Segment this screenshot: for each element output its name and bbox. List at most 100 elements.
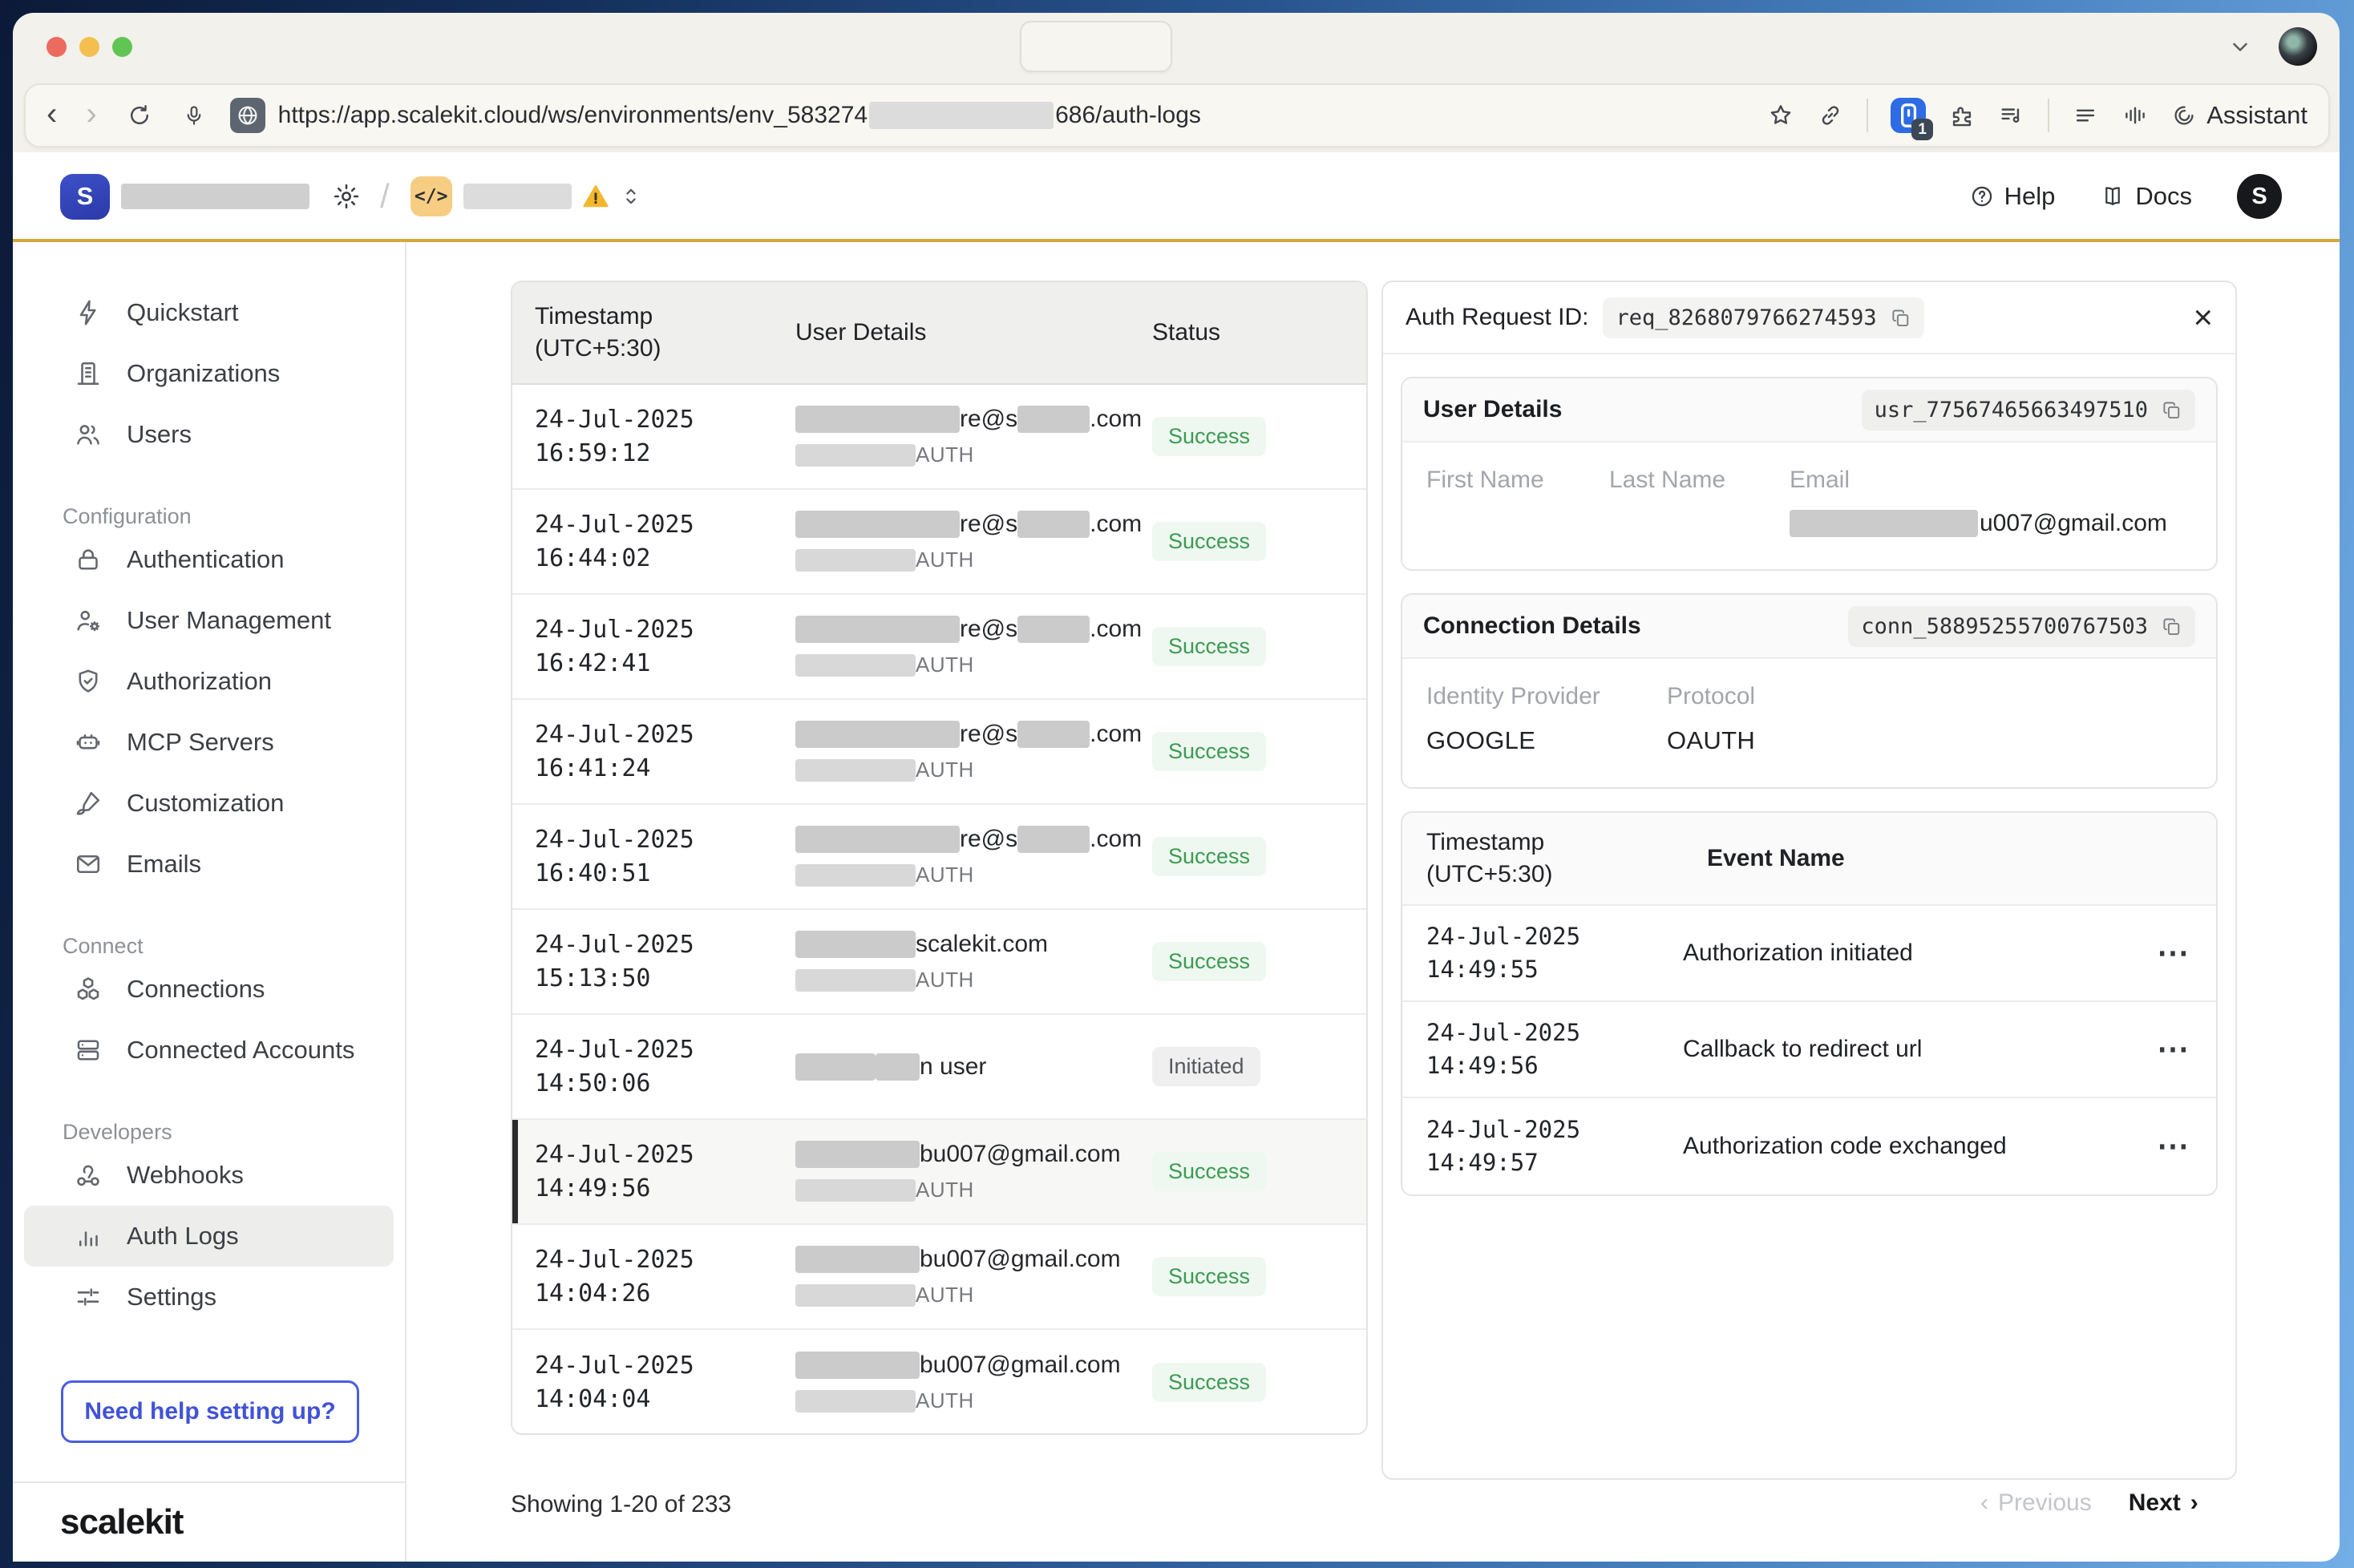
site-info-globe-icon[interactable] xyxy=(230,98,265,133)
auth-logs-table: Timestamp (UTC+5:30) User Details Status… xyxy=(511,281,1368,1435)
redacted-text xyxy=(795,1179,916,1202)
previous-page-button[interactable]: ‹ Previous xyxy=(1980,1489,2092,1517)
auth-request-id-value: req_8268079766274593 xyxy=(1616,305,1876,330)
sidebar-item-label: Auth Logs xyxy=(127,1222,239,1251)
copy-icon[interactable] xyxy=(2161,616,2182,637)
event-kebab-menu[interactable]: ⋯ xyxy=(2144,945,2216,961)
minimize-window-button[interactable] xyxy=(79,37,99,57)
users-icon xyxy=(74,420,103,449)
sidebar-item-authorization[interactable]: Authorization xyxy=(24,651,394,712)
log-user-details: scalekit.comAUTH xyxy=(795,931,1152,992)
log-row[interactable]: 24-Jul-202516:59:12re@s.comAUTHSuccess xyxy=(512,385,1366,490)
sidebar-item-settings[interactable]: Settings xyxy=(24,1267,394,1328)
auth-method-tag: AUTH xyxy=(916,1388,974,1413)
events-header-row: Timestamp (UTC+5:30) Event Name xyxy=(1402,813,2216,906)
log-row[interactable]: 24-Jul-202514:04:26bu007@gmail.comAUTHSu… xyxy=(512,1225,1366,1330)
extensions-puzzle-icon[interactable] xyxy=(1948,102,1976,129)
forward-button[interactable]: › xyxy=(86,102,96,129)
sidebar-item-authentication[interactable]: Authentication xyxy=(24,529,394,590)
environment-code-icon[interactable]: </> xyxy=(411,176,452,216)
log-timestamp: 24-Jul-202514:49:56 xyxy=(512,1138,795,1206)
redacted-text xyxy=(795,759,916,782)
sidebar-item-auth-logs[interactable]: Auth Logs xyxy=(24,1206,394,1267)
bookmark-star-icon[interactable] xyxy=(1767,102,1794,129)
log-status-cell: Success xyxy=(1152,1363,1366,1402)
log-row[interactable]: 24-Jul-202516:40:51re@s.comAUTHSuccess xyxy=(512,805,1366,910)
sidebar-item-quickstart[interactable]: Quickstart xyxy=(24,282,394,343)
environment-switcher-icon[interactable] xyxy=(618,184,644,209)
waveform-icon[interactable] xyxy=(2121,102,2149,129)
event-row: 24-Jul-202514:49:57Authorization code ex… xyxy=(1402,1098,2216,1194)
sidebar-item-organizations[interactable]: Organizations xyxy=(24,343,394,404)
browser-toolbar: ‹ › https://app.scalekit.cloud/ws/enviro… xyxy=(24,83,2330,148)
back-button[interactable]: ‹ xyxy=(47,102,57,129)
reader-menu-icon[interactable] xyxy=(2072,102,2099,129)
password-extension-icon[interactable]: 1 xyxy=(1891,98,1926,133)
zoom-window-button[interactable] xyxy=(112,37,132,57)
log-user-details: re@s.comAUTH xyxy=(795,721,1152,782)
log-status-cell: Success xyxy=(1152,627,1366,666)
refresh-icon[interactable] xyxy=(126,102,153,129)
redacted-text xyxy=(876,1053,920,1081)
user-detail-text: re@s xyxy=(960,616,1017,643)
copy-icon[interactable] xyxy=(1890,307,1911,329)
log-row[interactable]: 24-Jul-202516:44:02re@s.comAUTHSuccess xyxy=(512,490,1366,595)
user-id-pill: usr_77567465663497510 xyxy=(1862,390,2195,430)
microphone-icon[interactable] xyxy=(182,102,206,129)
close-window-button[interactable] xyxy=(47,37,67,57)
status-badge: Success xyxy=(1152,942,1266,981)
sidebar-item-users[interactable]: Users xyxy=(24,404,394,465)
browser-tab[interactable] xyxy=(1020,21,1172,72)
auth-method-tag: AUTH xyxy=(916,443,974,467)
sidebar: QuickstartOrganizationsUsersConfiguratio… xyxy=(13,242,406,1562)
stack-icon xyxy=(74,1036,103,1065)
user-avatar[interactable]: S xyxy=(2237,174,2282,219)
sidebar-item-webhooks[interactable]: Webhooks xyxy=(24,1145,394,1206)
next-page-button[interactable]: Next › xyxy=(2129,1489,2198,1517)
log-row-selected[interactable]: 24-Jul-202514:49:56bu007@gmail.comAUTHSu… xyxy=(512,1120,1366,1225)
docs-button[interactable]: Docs xyxy=(2100,182,2192,211)
log-row[interactable]: 24-Jul-202514:50:06n userInitiated xyxy=(512,1015,1366,1120)
event-row: 24-Jul-202514:49:56Callback to redirect … xyxy=(1402,1002,2216,1098)
sidebar-item-connected-accounts[interactable]: Connected Accounts xyxy=(24,1020,394,1081)
user-detail-text: re@s xyxy=(960,826,1017,853)
sidebar-item-mcp-servers[interactable]: MCP Servers xyxy=(24,712,394,773)
copy-link-icon[interactable] xyxy=(1817,102,1844,129)
browser-profile-avatar[interactable] xyxy=(2279,27,2317,66)
log-row[interactable]: 24-Jul-202516:41:24re@s.comAUTHSuccess xyxy=(512,700,1366,805)
log-status-cell: Success xyxy=(1152,522,1366,561)
workspace-settings-gear-icon[interactable] xyxy=(332,182,361,211)
sidebar-item-label: Customization xyxy=(127,789,284,818)
docs-book-icon xyxy=(2100,184,2125,209)
sidebar-item-customization[interactable]: Customization xyxy=(24,773,394,834)
event-kebab-menu[interactable]: ⋯ xyxy=(2144,1138,2216,1154)
sidebar-item-emails[interactable]: Emails xyxy=(24,834,394,895)
log-status-cell: Success xyxy=(1152,1152,1366,1191)
log-row[interactable]: 24-Jul-202516:42:41re@s.comAUTHSuccess xyxy=(512,595,1366,700)
playlist-icon[interactable] xyxy=(1998,102,2025,129)
copy-icon[interactable] xyxy=(2161,399,2182,421)
log-status-cell: Success xyxy=(1152,1257,1366,1296)
sidebar-item-connections[interactable]: Connections xyxy=(24,959,394,1020)
help-button[interactable]: Help xyxy=(1969,182,2056,211)
close-panel-button[interactable]: × xyxy=(2193,301,2213,334)
event-kebab-menu[interactable]: ⋯ xyxy=(2144,1041,2216,1057)
assistant-button[interactable]: Assistant xyxy=(2171,101,2307,130)
need-help-button[interactable]: Need help setting up? xyxy=(61,1380,359,1443)
chevron-left-icon: ‹ xyxy=(1980,1489,1988,1517)
table-header-row: Timestamp (UTC+5:30) User Details Status xyxy=(512,282,1366,385)
status-badge: Success xyxy=(1152,732,1266,771)
chevron-down-icon[interactable] xyxy=(2226,32,2255,61)
redacted-text xyxy=(795,1390,916,1412)
auth-method-tag: AUTH xyxy=(916,1178,974,1202)
sidebar-item-user-management[interactable]: User Management xyxy=(24,590,394,651)
event-timestamp: 24-Jul-202514:49:57 xyxy=(1402,1113,1683,1178)
robot-icon xyxy=(74,728,103,757)
url-suffix: 686/auth-logs xyxy=(1055,102,1201,129)
user-detail-text: n user xyxy=(920,1053,986,1081)
log-row[interactable]: 24-Jul-202515:13:50scalekit.comAUTHSucce… xyxy=(512,910,1366,1015)
workspace-logo[interactable]: S xyxy=(60,174,110,220)
url-bar[interactable]: https://app.scalekit.cloud/ws/environmen… xyxy=(278,102,1201,129)
log-row[interactable]: 24-Jul-202514:04:04bu007@gmail.comAUTHSu… xyxy=(512,1330,1366,1435)
status-badge: Success xyxy=(1152,627,1266,666)
